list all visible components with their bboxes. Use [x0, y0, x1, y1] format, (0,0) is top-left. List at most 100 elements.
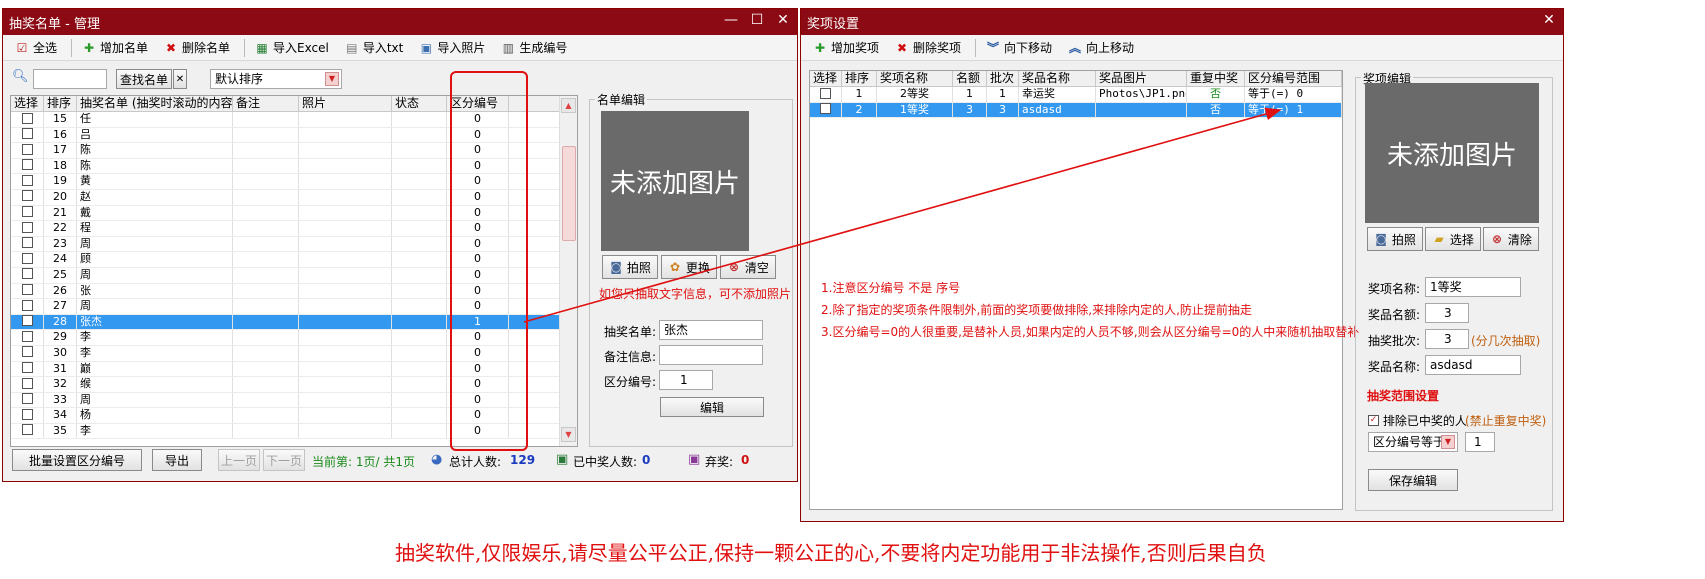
col-header-quota[interactable]: 名额: [953, 71, 987, 86]
delete-name-button[interactable]: ✖ 删除名单: [160, 37, 238, 58]
col-header-select[interactable]: 选择: [11, 96, 44, 111]
code-field[interactable]: 1: [659, 370, 713, 390]
row-checkbox[interactable]: [21, 174, 33, 186]
col-header-name[interactable]: 抽奖名单 (抽奖时滚动的内容): [77, 96, 233, 111]
import-txt-button[interactable]: ▤ 导入txt: [341, 37, 412, 58]
clear-search-button[interactable]: ✕: [173, 69, 187, 89]
scroll-down-icon[interactable]: ▼: [561, 427, 576, 442]
col-header-photo[interactable]: 照片: [299, 96, 392, 111]
row-checkbox[interactable]: [820, 87, 831, 99]
row-checkbox[interactable]: [21, 112, 33, 124]
select-all-button[interactable]: ☑ 全选: [11, 37, 65, 58]
batch-field[interactable]: 3: [1425, 329, 1469, 349]
minimize-icon[interactable]: —: [723, 12, 739, 28]
row-checkbox[interactable]: [21, 284, 33, 296]
row-checkbox[interactable]: [21, 377, 33, 389]
note-field[interactable]: [659, 345, 763, 365]
row-name-cell: 任: [77, 112, 233, 127]
chevron-down-icon[interactable]: ▼: [325, 72, 339, 86]
row-photo-cell: [299, 283, 392, 299]
col-header-select[interactable]: 选择: [810, 71, 842, 86]
won-value: 0: [642, 453, 651, 467]
move-up-button[interactable]: ︽ 向上移动: [1064, 37, 1142, 58]
name-field[interactable]: 张杰: [659, 320, 763, 340]
exclude-winners-checkbox[interactable]: ✓ 排除已中奖的人: [1368, 412, 1467, 429]
row-checkbox[interactable]: [21, 362, 33, 373]
row-checkbox[interactable]: [21, 128, 33, 140]
range-value-field[interactable]: 1: [1465, 432, 1495, 452]
clear-photo-button[interactable]: ⊗ 清除: [1483, 227, 1539, 251]
row-checkbox[interactable]: [21, 424, 33, 436]
next-page-button[interactable]: 下一页: [263, 449, 305, 471]
move-down-button[interactable]: ︾ 向下移动: [982, 37, 1060, 58]
col-header-batch[interactable]: 批次: [987, 71, 1019, 86]
col-header-prize-image[interactable]: 奖品图片: [1096, 71, 1187, 86]
quota-field[interactable]: 3: [1425, 303, 1469, 323]
maximize-icon[interactable]: ☐: [749, 12, 765, 28]
clear-photo-button[interactable]: ⊗ 清空: [720, 255, 776, 279]
checkbox-checked-icon[interactable]: ✓: [1368, 415, 1379, 426]
chevron-down-icon[interactable]: ▼: [1441, 435, 1455, 449]
row-checkbox[interactable]: [21, 206, 33, 218]
search-name-button[interactable]: 查找名单: [116, 69, 172, 89]
save-edit-button[interactable]: 保存编辑: [1368, 469, 1458, 491]
take-photo-button[interactable]: ◙ 拍照: [1367, 227, 1423, 251]
batch-set-code-button[interactable]: 批量设置区分编号: [12, 449, 142, 471]
prize-name-field[interactable]: 1等奖: [1425, 277, 1521, 297]
row-checkbox[interactable]: [820, 103, 831, 115]
clear-icon: ⊗: [729, 260, 740, 274]
close-icon[interactable]: ✕: [1541, 12, 1557, 28]
generate-id-button[interactable]: ▥ 生成编号: [497, 37, 575, 58]
prev-page-button[interactable]: 上一页: [218, 449, 260, 471]
row-checkbox[interactable]: [21, 143, 33, 155]
sort-select[interactable]: 默认排序 ▼: [210, 69, 342, 89]
col-header-prize-name[interactable]: 奖项名称: [877, 71, 953, 86]
col-header-order[interactable]: 排序: [842, 71, 877, 86]
edit-name-button[interactable]: 编辑: [660, 397, 764, 417]
col-header-status[interactable]: 状态: [392, 96, 447, 111]
col-header-note[interactable]: 备注: [233, 96, 299, 111]
table-row[interactable]: 1 2等奖 1 1 幸运奖 Photos\JP1.png 否等于(=) 0: [810, 87, 1342, 103]
row-checkbox[interactable]: [21, 330, 33, 342]
search-input[interactable]: [33, 69, 107, 89]
col-header-repeat[interactable]: 重复中奖: [1187, 71, 1245, 86]
row-status-cell: [392, 174, 447, 189]
row-checkbox[interactable]: [21, 393, 33, 405]
row-checkbox[interactable]: [21, 252, 33, 264]
add-prize-button[interactable]: ✚ 增加奖项: [809, 37, 887, 58]
col-header-range[interactable]: 区分编号范围: [1245, 71, 1342, 86]
col-header-prize-item[interactable]: 奖品名称: [1019, 71, 1096, 86]
scroll-thumb[interactable]: [562, 146, 576, 241]
vertical-scrollbar[interactable]: ▲ ▼: [559, 96, 577, 446]
row-checkbox[interactable]: [21, 315, 33, 327]
row-checkbox[interactable]: [21, 159, 33, 171]
select-photo-button[interactable]: ▰ 选择: [1425, 227, 1481, 251]
range-condition-select[interactable]: 区分编号等于 ▼: [1368, 432, 1458, 452]
scroll-up-icon[interactable]: ▲: [561, 98, 576, 113]
row-checkbox[interactable]: [21, 268, 33, 280]
row-checkbox[interactable]: [21, 346, 33, 358]
import-excel-button[interactable]: ▦ 导入Excel: [251, 37, 337, 58]
prize-row-batch: 3: [987, 102, 1019, 118]
table-row[interactable]: 2 1等奖 3 3 asdasd 否等于(=) 1: [810, 102, 1342, 119]
prize-item-field[interactable]: asdasd: [1425, 355, 1521, 375]
col-header-order[interactable]: 排序: [44, 96, 77, 111]
row-status-cell: [392, 143, 447, 158]
change-photo-button[interactable]: ✿ 更换: [661, 255, 717, 279]
take-photo-button[interactable]: ◙ 拍照: [602, 255, 658, 279]
close-icon[interactable]: ✕: [775, 12, 791, 28]
import-photo-button[interactable]: ▣ 导入照片: [415, 37, 493, 58]
row-checkbox[interactable]: [21, 299, 33, 311]
export-button[interactable]: 导出: [152, 449, 202, 471]
prize-row-order: 2: [842, 102, 877, 118]
row-order-cell: 25: [44, 267, 77, 283]
row-checkbox[interactable]: [21, 237, 33, 249]
row-checkbox[interactable]: [21, 190, 33, 202]
toolbar-separator: [244, 38, 246, 57]
camera-icon: ◙: [1375, 232, 1387, 246]
row-checkbox[interactable]: [21, 408, 33, 420]
add-name-button[interactable]: ✚ 增加名单: [78, 37, 156, 58]
row-checkbox[interactable]: [21, 221, 33, 233]
delete-prize-button[interactable]: ✖ 删除奖项: [891, 37, 969, 58]
page-info: 当前第: 1页/ 共1页: [312, 455, 415, 469]
